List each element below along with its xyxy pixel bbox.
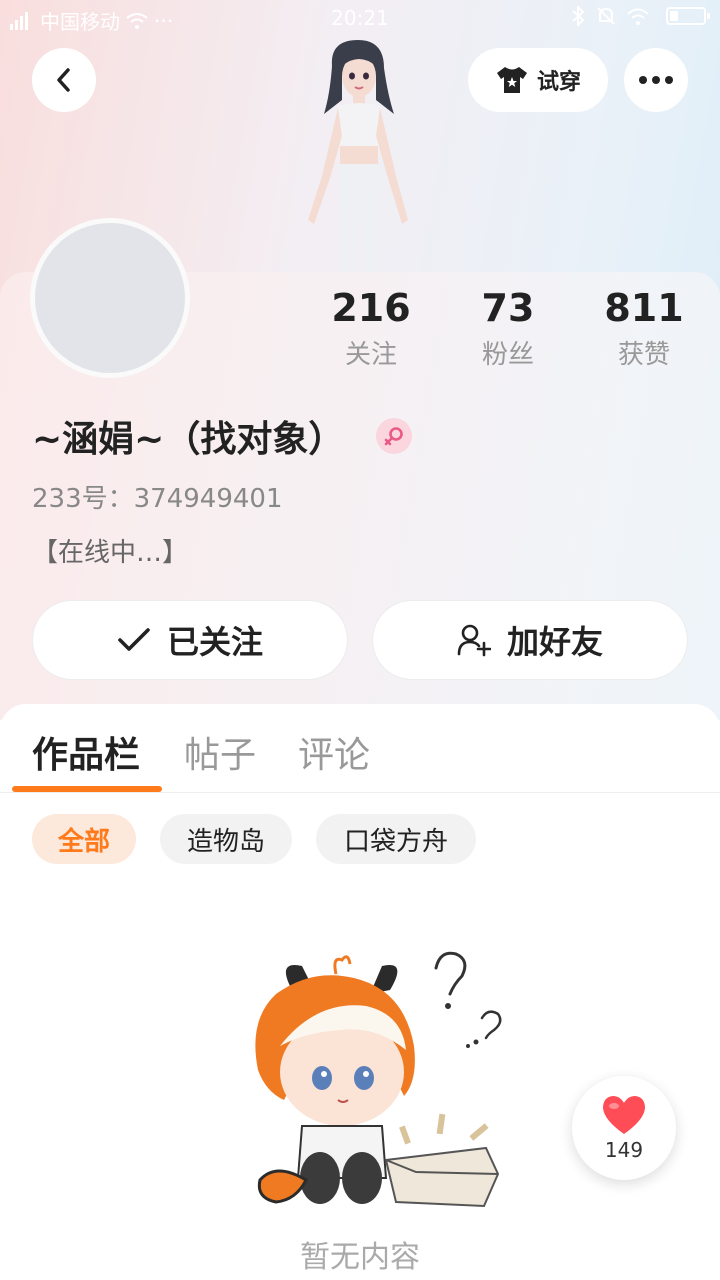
try-on-button[interactable]: 试穿: [468, 48, 608, 112]
avatar-3d-figure: [308, 40, 408, 276]
fans-label: 粉丝: [481, 340, 534, 370]
filter-zaowu-island[interactable]: 造物岛: [160, 814, 292, 864]
username: ~涵娟~（找对象）: [32, 419, 345, 460]
wifi-hd-icon: [627, 8, 649, 25]
followed-button[interactable]: 已关注: [32, 600, 348, 680]
status-bar: 中国移动 ··· 20:21: [0, 0, 720, 40]
empty-state-text: 暂无内容: [300, 1240, 420, 1275]
heart-icon: [603, 1096, 645, 1134]
user-id: 233号：374949401: [32, 484, 283, 514]
filter-all[interactable]: 全部: [32, 814, 136, 864]
stat-likes[interactable]: 811 获赞: [584, 284, 704, 371]
like-float-button[interactable]: 149: [572, 1076, 676, 1180]
tab-works[interactable]: 作品栏: [32, 726, 140, 778]
stat-following[interactable]: 216 关注: [311, 284, 431, 371]
battery-icon: [666, 7, 710, 25]
empty-state-illustration: [255, 951, 502, 1208]
back-button[interactable]: [32, 48, 96, 112]
tshirt-icon: [496, 67, 527, 93]
tab-posts[interactable]: 帖子: [184, 726, 256, 778]
fans-count: 73: [481, 286, 535, 330]
content-panel: 作品栏 帖子 评论 全部 造物岛 口袋方舟 暂无内容: [0, 704, 720, 1280]
add-user-icon: [457, 624, 491, 657]
likes-label: 获赞: [617, 340, 670, 370]
tab-comments[interactable]: 评论: [298, 726, 370, 778]
filter-pocket-ark[interactable]: 口袋方舟: [316, 814, 476, 864]
chevron-left-icon: [57, 68, 70, 92]
following-label: 关注: [344, 340, 397, 370]
female-gender-icon: [376, 418, 412, 454]
stat-fans[interactable]: 73 粉丝: [448, 284, 568, 371]
mute-bell-icon: [597, 7, 615, 25]
status-right: [570, 6, 710, 26]
following-count: 216: [331, 286, 411, 330]
avatar[interactable]: [30, 218, 190, 378]
tab-divider: [0, 792, 720, 793]
more-dots-icon: [639, 76, 673, 84]
try-on-label: 试穿: [536, 70, 581, 95]
more-options-button[interactable]: [624, 48, 688, 112]
female-symbol-icon: [384, 427, 403, 446]
bluetooth-icon: [572, 6, 585, 26]
checkmark-icon: [118, 628, 150, 651]
followed-label: 已关注: [166, 623, 263, 661]
add-friend-label: 加好友: [506, 623, 603, 661]
like-count: 149: [604, 1138, 644, 1162]
user-bio: 【在线中…】: [32, 538, 189, 568]
add-friend-button[interactable]: 加好友: [372, 600, 688, 680]
likes-count: 811: [604, 286, 684, 330]
